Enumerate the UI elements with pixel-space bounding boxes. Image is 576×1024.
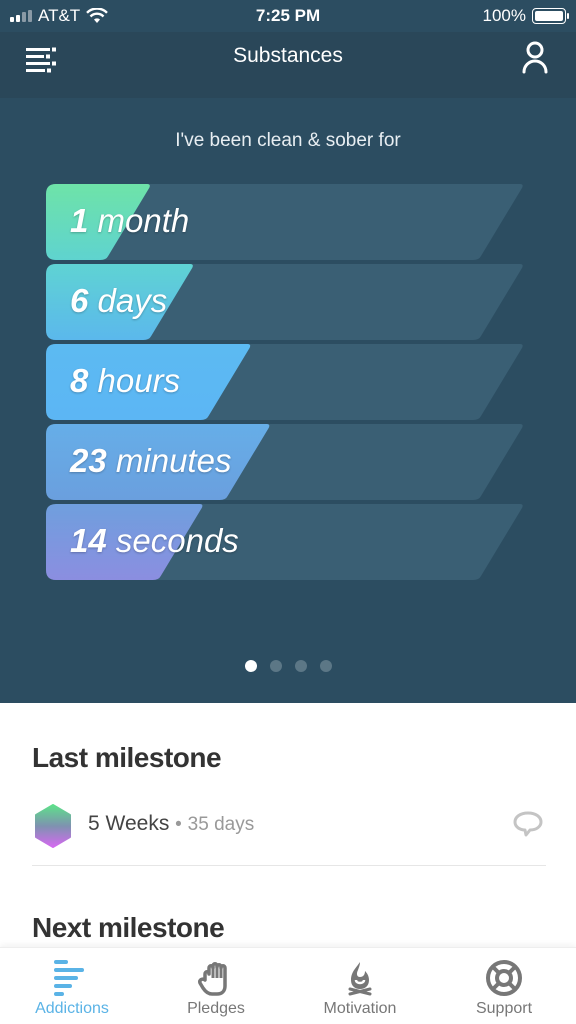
page-dot[interactable] [319, 660, 332, 672]
counter-label: 1 month [70, 202, 189, 240]
counter-row-seconds: 14 seconds [46, 504, 524, 580]
comment-icon[interactable] [512, 810, 544, 838]
counter-value: 6 [70, 282, 89, 319]
counter-value: 1 [70, 202, 89, 239]
counter-label: 23 minutes [70, 442, 231, 480]
bars-icon [54, 960, 84, 996]
counter-unit: days [97, 282, 168, 319]
counter-label: 8 hours [70, 362, 180, 400]
counter-row-minutes: 23 minutes [46, 424, 524, 500]
counter-value: 23 [70, 442, 107, 479]
counter-unit: month [97, 202, 190, 239]
last-milestone-heading: Last milestone [32, 742, 222, 773]
milestone-name: 5 Weeks [88, 812, 170, 835]
page-dot[interactable] [244, 660, 257, 672]
nav-bar: Substances [0, 32, 576, 98]
next-milestone-heading: Next milestone [32, 912, 225, 943]
tab-motivation[interactable]: Motivation [288, 948, 432, 1024]
tab-pledges[interactable]: Pledges [144, 948, 288, 1024]
milestone-separator: • [175, 814, 182, 835]
tab-addictions[interactable]: Addictions [0, 948, 144, 1024]
counter-label: 6 days [70, 282, 167, 320]
page-dot[interactable] [269, 660, 282, 672]
counter-value: 8 [70, 362, 89, 399]
page-indicator[interactable] [0, 660, 576, 672]
campfire-icon [348, 962, 372, 996]
counter-unit: minutes [115, 442, 232, 479]
tab-label: Support [475, 1000, 533, 1017]
tab-label: Pledges [187, 1000, 245, 1017]
counter-value: 14 [70, 522, 107, 559]
page-dot[interactable] [294, 660, 307, 672]
counter-unit: seconds [115, 522, 239, 559]
profile-button[interactable] [520, 40, 550, 74]
lifebuoy-icon [486, 960, 522, 996]
status-bar: AT&T 7:25 PM 100% [0, 0, 576, 32]
divider [32, 865, 546, 866]
counter-label: 14 seconds [70, 522, 239, 560]
counter-intro: I've been clean & sober for [175, 130, 401, 151]
milestone-badge-icon [35, 804, 71, 848]
tab-support[interactable]: Support [432, 948, 576, 1024]
counter-panel[interactable]: AT&T 7:25 PM 100% Substances I've been c… [0, 0, 576, 703]
counter-row-hours: 8 hours [46, 344, 524, 420]
battery-icon [532, 8, 569, 24]
counter-row-month: 1 month [46, 184, 524, 260]
counter-row-days: 6 days [46, 264, 524, 340]
time-counter: 1 month 6 days 8 hours 23 minutes 14 seconds [46, 184, 524, 584]
page-title: Substances [233, 44, 343, 67]
battery-percent: 100% [482, 6, 526, 25]
tab-bar: Addictions Pledges Motivation Support [0, 947, 576, 1024]
milestone-detail: 35 days [187, 814, 255, 835]
tab-label: Addictions [35, 1000, 109, 1017]
counter-unit: hours [97, 362, 181, 399]
hand-icon [198, 962, 227, 996]
last-milestone-item[interactable]: 5 Weeks • 35 days [32, 800, 546, 850]
user-icon [522, 41, 548, 74]
tab-label: Motivation [323, 1000, 397, 1017]
